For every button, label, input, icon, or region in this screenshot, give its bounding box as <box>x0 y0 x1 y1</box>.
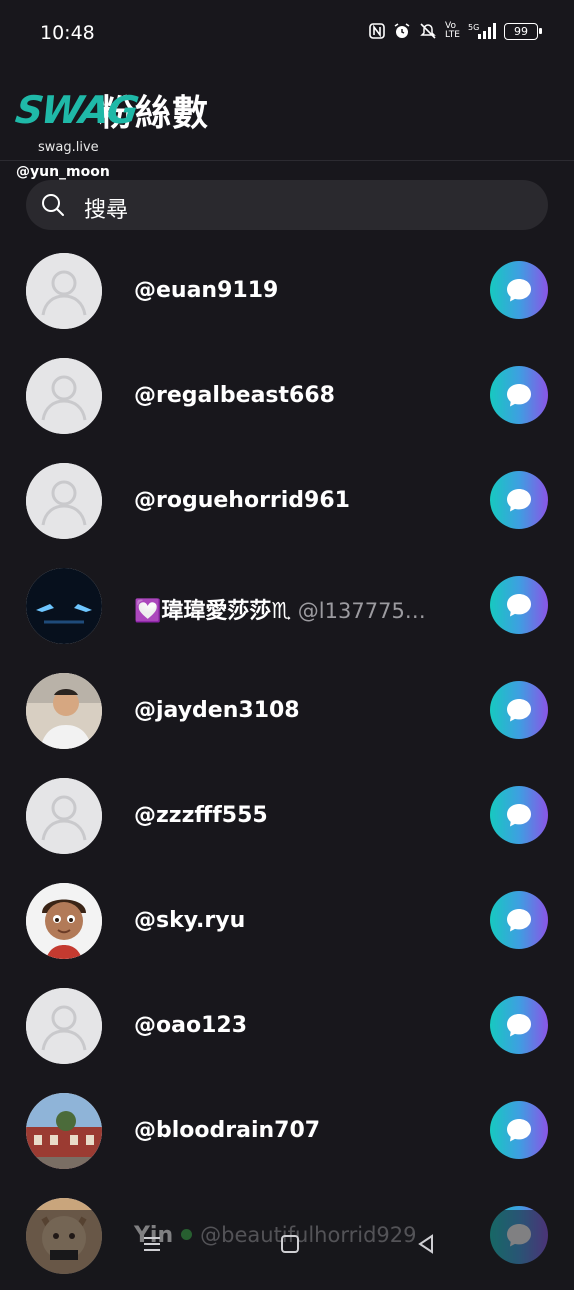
chat-bubble-icon <box>503 484 535 516</box>
system-nav-bar <box>0 1210 574 1280</box>
message-button[interactable] <box>490 366 548 424</box>
watermark-site: swag.live <box>38 140 99 155</box>
follower-name[interactable]: @oao123 <box>134 1013 247 1038</box>
follower-row[interactable]: @oao123 <box>0 975 574 1080</box>
follower-name[interactable]: 💟瑋瑋愛莎莎♏ @l137775… <box>134 593 426 625</box>
back-icon[interactable] <box>414 1232 438 1256</box>
message-button[interactable] <box>490 576 548 634</box>
message-button[interactable] <box>490 261 548 319</box>
home-icon[interactable] <box>278 1232 302 1256</box>
avatar[interactable] <box>26 673 102 749</box>
search-bar[interactable]: 搜尋 <box>26 180 548 230</box>
battery-icon: 99 <box>504 22 542 40</box>
avatar[interactable] <box>26 253 102 329</box>
chat-bubble-icon <box>503 589 535 621</box>
follower-row[interactable]: @bloodrain707 <box>0 1080 574 1185</box>
chat-bubble-icon <box>503 904 535 936</box>
follower-name[interactable]: @jayden3108 <box>134 698 300 723</box>
follower-name[interactable]: @sky.ryu <box>134 908 245 933</box>
follower-name[interactable]: @bloodrain707 <box>134 1118 320 1143</box>
mute-icon <box>419 22 437 40</box>
avatar[interactable] <box>26 778 102 854</box>
alarm-icon <box>393 22 411 40</box>
follower-display-name: @oao123 <box>134 1013 247 1038</box>
follower-display-name: @bloodrain707 <box>134 1118 321 1143</box>
follower-row[interactable]: 💟瑋瑋愛莎莎♏ @l137775… <box>0 555 574 660</box>
status-bar: 10:48 Vo LTE 5G 99 <box>0 0 574 66</box>
follower-name[interactable]: @euan9119 <box>134 278 278 303</box>
follower-display-name: @roguehorrid961 <box>134 488 350 513</box>
message-button[interactable] <box>490 891 548 949</box>
message-button[interactable] <box>490 681 548 739</box>
follower-row[interactable]: @sky.ryu <box>0 870 574 975</box>
avatar[interactable] <box>26 1093 102 1169</box>
follower-display-name: 💟瑋瑋愛莎莎♏ <box>134 599 292 624</box>
message-button[interactable] <box>490 996 548 1054</box>
message-button[interactable] <box>490 1101 548 1159</box>
chat-bubble-icon <box>503 694 535 726</box>
follower-display-name: @regalbeast668 <box>134 383 335 408</box>
follower-display-name: @zzzfff555 <box>134 803 268 828</box>
signal-5g-icon: 5G <box>468 22 496 40</box>
volte-icon: Vo LTE <box>445 21 460 40</box>
chat-bubble-icon <box>503 1114 535 1146</box>
avatar[interactable] <box>26 988 102 1064</box>
message-button[interactable] <box>490 471 548 529</box>
avatar[interactable] <box>26 358 102 434</box>
chat-bubble-icon <box>503 379 535 411</box>
search-icon <box>42 194 64 216</box>
follower-row[interactable]: @zzzfff555 <box>0 765 574 870</box>
follower-name[interactable]: @roguehorrid961 <box>134 488 350 513</box>
status-time: 10:48 <box>40 22 95 44</box>
header: 粉絲數 SWAG swag.live <box>0 70 574 161</box>
chat-bubble-icon <box>503 274 535 306</box>
message-button[interactable] <box>490 786 548 844</box>
status-icons: Vo LTE 5G 99 <box>369 21 542 40</box>
avatar[interactable] <box>26 568 102 644</box>
follower-display-name: @euan9119 <box>134 278 279 303</box>
follower-name[interactable]: @zzzfff555 <box>134 803 268 828</box>
follower-row[interactable]: @jayden3108 <box>0 660 574 765</box>
follower-display-name: @jayden3108 <box>134 698 300 723</box>
search-input[interactable]: 搜尋 <box>84 192 128 224</box>
chat-bubble-icon <box>503 1009 535 1041</box>
svg-text:5G: 5G <box>468 23 479 32</box>
follower-row[interactable]: @regalbeast668 <box>0 345 574 450</box>
follower-handle: @l137775… <box>291 599 426 623</box>
avatar[interactable] <box>26 883 102 959</box>
follower-row[interactable]: @euan9119 <box>0 240 574 345</box>
avatar[interactable] <box>26 463 102 539</box>
recents-icon[interactable] <box>140 1232 164 1256</box>
swag-logo: SWAG <box>12 88 140 132</box>
follower-row[interactable]: @roguehorrid961 <box>0 450 574 555</box>
watermark-user: @yun_moon <box>16 164 110 180</box>
follower-name[interactable]: @regalbeast668 <box>134 383 335 408</box>
chat-bubble-icon <box>503 799 535 831</box>
nfc-icon <box>369 23 385 39</box>
follower-display-name: @sky.ryu <box>134 908 246 933</box>
